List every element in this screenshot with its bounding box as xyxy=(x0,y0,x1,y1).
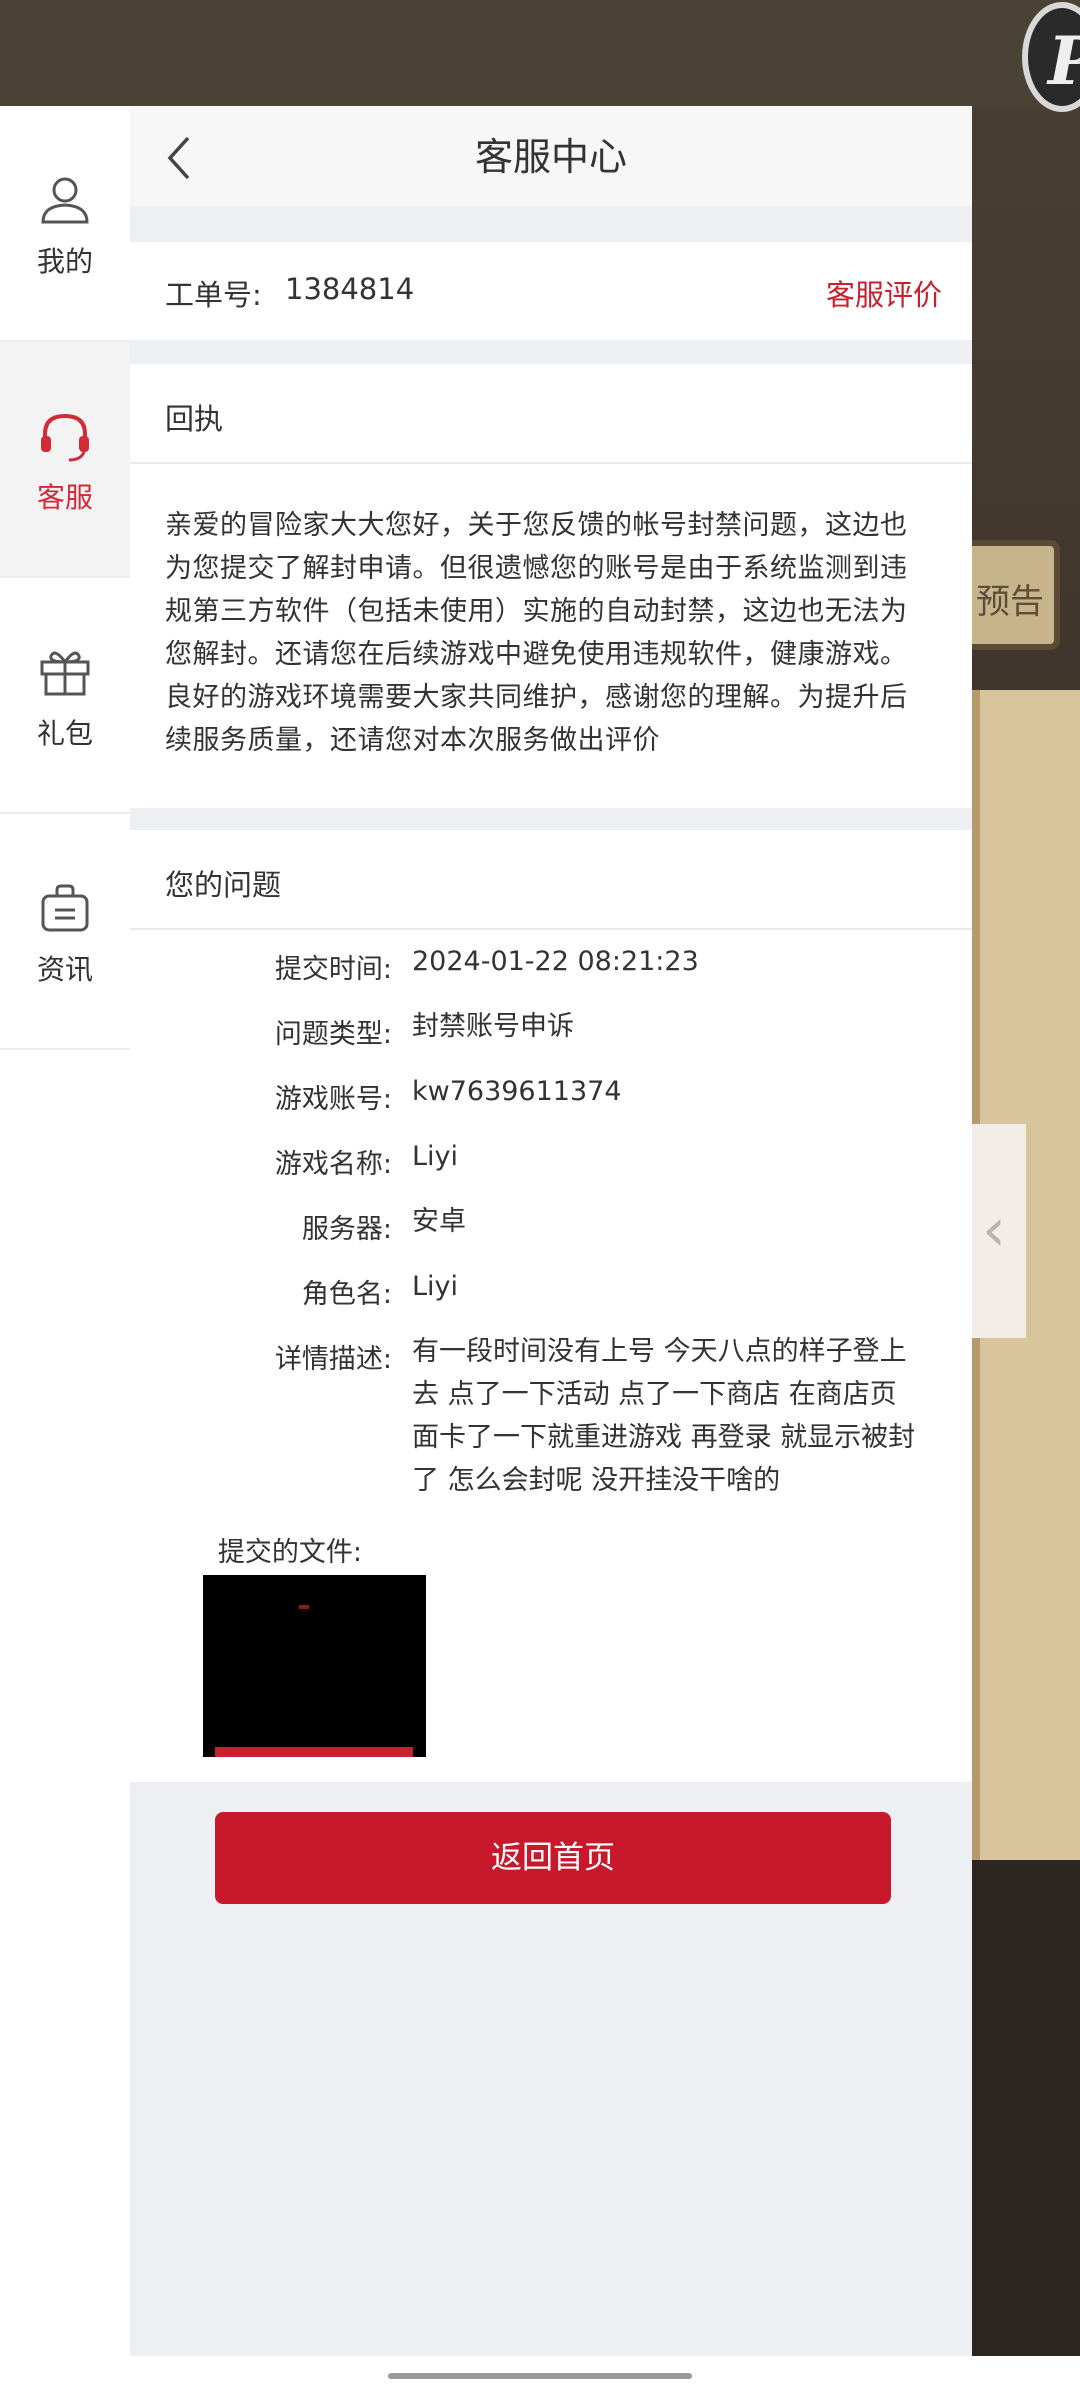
attached-file-thumbnail[interactable] xyxy=(203,1575,426,1757)
thumbnail-bar xyxy=(215,1747,413,1757)
field-value: kw7639611374 xyxy=(412,1076,622,1107)
field-value: Liyi xyxy=(412,1141,459,1172)
user-icon xyxy=(41,177,89,224)
receipt-card: 回执 亲爱的冒险家大大您好，关于您反馈的帐号封禁问题，这边也为您提交了解封申请。… xyxy=(130,364,972,808)
nav-label: 我的 xyxy=(36,245,93,278)
nav-item-mine[interactable]: 我的 xyxy=(0,106,130,342)
ticket-card: 工单号: 1384814 客服评价 xyxy=(130,242,972,340)
notice-tab-label: 预告 xyxy=(976,582,1044,622)
game-logo-letter: P xyxy=(1048,22,1080,100)
field-value: 2024-01-22 08:21:23 xyxy=(412,946,699,977)
thumbnail-detail xyxy=(299,1605,309,1609)
headset-icon xyxy=(41,413,89,462)
field-label: 游戏名称: xyxy=(274,1149,392,1180)
nav-label: 礼包 xyxy=(36,717,93,750)
field-value: 有一段时间没有上号 今天八点的样子登上去 点了一下活动 点了一下商店 在商店页面… xyxy=(412,1336,916,1496)
page-title: 客服中心 xyxy=(474,135,627,179)
game-bottom-area xyxy=(972,1860,1080,2360)
question-title: 您的问题 xyxy=(165,868,282,902)
divider xyxy=(130,928,972,930)
nav-item-service[interactable]: 客服 xyxy=(0,342,130,578)
gift-icon xyxy=(40,651,90,696)
game-top-bar xyxy=(0,0,1080,106)
field-label: 服务器: xyxy=(301,1214,392,1245)
field-label: 问题类型: xyxy=(274,1019,392,1050)
nav-item-news[interactable]: 资讯 xyxy=(0,814,130,1050)
receipt-title: 回执 xyxy=(165,402,224,436)
left-nav: 我的 客服 礼包 资讯 xyxy=(0,106,130,2356)
home-indicator[interactable] xyxy=(388,2373,692,2379)
ticket-number: 1384814 xyxy=(285,272,415,306)
header: 客服中心 xyxy=(130,106,972,206)
field-label: 详情描述: xyxy=(274,1344,392,1375)
nav-label: 客服 xyxy=(36,481,93,514)
news-bag-icon xyxy=(41,884,89,932)
field-value: 安卓 xyxy=(412,1206,466,1237)
field-value: Liyi xyxy=(412,1271,459,1302)
field-label: 提交时间: xyxy=(274,954,392,985)
rate-service-link[interactable]: 客服评价 xyxy=(826,272,942,314)
return-home-button[interactable]: 返回首页 xyxy=(215,1812,891,1904)
question-card: 您的问题 提交时间: 2024-01-22 08:21:23 问题类型: 封禁账… xyxy=(130,830,972,1782)
field-label: 角色名: xyxy=(301,1279,392,1310)
receipt-text: 亲爱的冒险家大大您好，关于您反馈的帐号封禁问题，这边也为您提交了解封申请。但很遗… xyxy=(165,510,908,756)
field-label: 游戏账号: xyxy=(274,1084,392,1115)
nav-label: 资讯 xyxy=(36,953,93,986)
field-label: 提交的文件: xyxy=(217,1537,362,1568)
service-center-panel: 客服中心 工单号: 1384814 客服评价 回执 亲爱的冒险家大大您好，关于您… xyxy=(130,106,972,2356)
chevron-left-icon[interactable]: ‹ xyxy=(982,1200,1006,1260)
field-value: 封禁账号申诉 xyxy=(412,1011,574,1042)
nav-item-gift[interactable]: 礼包 xyxy=(0,578,130,814)
ticket-number-label: 工单号: xyxy=(165,278,262,312)
divider xyxy=(130,462,972,464)
